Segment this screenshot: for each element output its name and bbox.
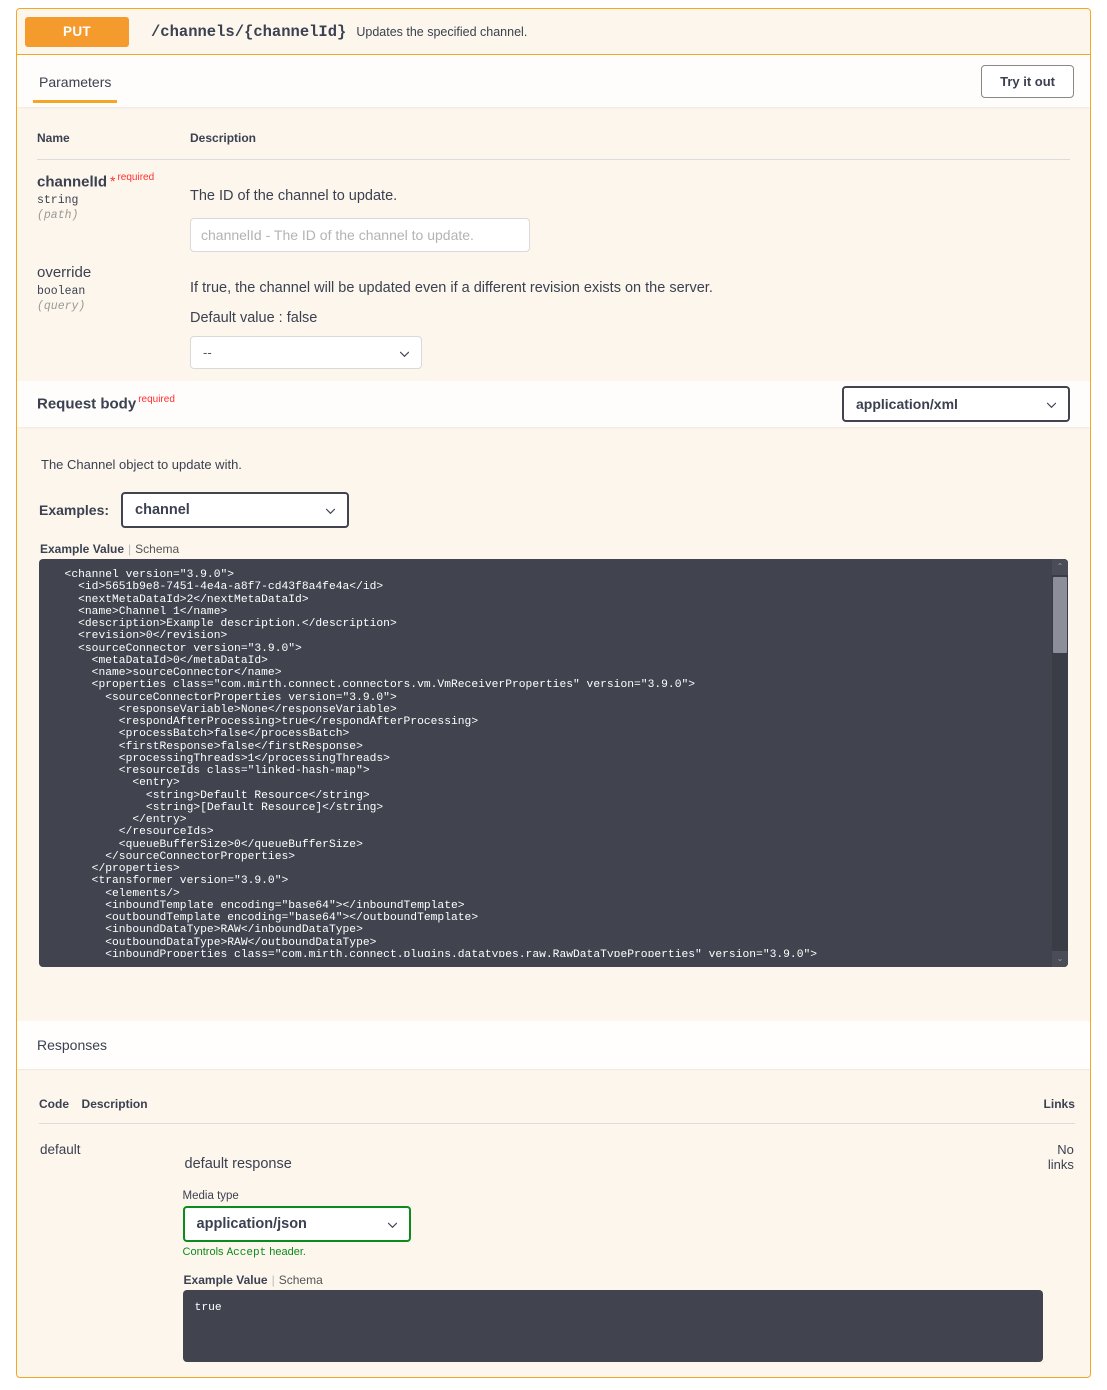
response-code: default bbox=[40, 1142, 81, 1157]
responses-title: Responses bbox=[37, 1037, 108, 1053]
chevron-down-icon bbox=[400, 351, 409, 357]
request-example-code-block[interactable]: <channel version="3.9.0"> <id>5651b9e8-7… bbox=[39, 559, 1068, 967]
param-description-cell: The ID of the channel to update. bbox=[190, 160, 1070, 252]
param-description-cell: If true, the channel will be updated eve… bbox=[190, 252, 1070, 369]
request-body-header: Request body required application/xml bbox=[17, 381, 1090, 427]
param-name-override: override bbox=[37, 264, 92, 281]
parameters-header-row: Name Description bbox=[37, 123, 1070, 160]
examples-select[interactable]: channel bbox=[121, 492, 350, 528]
tab-parameters[interactable]: Parameters bbox=[33, 60, 118, 103]
param-location: (path) bbox=[37, 209, 79, 223]
response-example-code-block[interactable]: true bbox=[182, 1290, 1043, 1362]
request-media-type-value: application/xml bbox=[856, 396, 958, 412]
operation-summary-text: Updates the specified channel. bbox=[356, 24, 528, 39]
examples-row: Examples: channel bbox=[39, 492, 1070, 528]
param-name-channelid: channelId bbox=[37, 173, 108, 191]
media-type-hint: Controls Accept header. bbox=[183, 1246, 1043, 1259]
scroll-up-arrow-icon[interactable]: ⌃ bbox=[1052, 559, 1068, 575]
param-description: The ID of the channel to update. bbox=[190, 188, 398, 204]
responses-header-row: Code Description Links bbox=[39, 1089, 1075, 1124]
scrollbar-thumb[interactable] bbox=[1053, 577, 1067, 653]
required-label: required bbox=[117, 172, 155, 183]
table-row: override boolean (query) If true, the ch… bbox=[37, 252, 1070, 369]
responses-table: Code Description Links default default r… bbox=[39, 1089, 1075, 1363]
tab-example-value[interactable]: Example Value bbox=[184, 1273, 268, 1287]
chevron-down-icon bbox=[387, 1222, 397, 1229]
resp-col-links: Links bbox=[1043, 1089, 1075, 1124]
param-col-description: Description bbox=[190, 123, 1070, 160]
response-example-code: true bbox=[194, 1302, 222, 1314]
chevron-down-icon bbox=[326, 508, 336, 515]
example-schema-tabs: Example Value | Schema bbox=[40, 542, 1070, 556]
param-name-cell: channelId * required string (path) bbox=[37, 160, 190, 253]
table-row: default default response Media type appl… bbox=[39, 1124, 1075, 1364]
responses-table-wrap: Code Description Links default default r… bbox=[17, 1069, 1090, 1363]
examples-select-value: channel bbox=[135, 502, 190, 518]
request-media-type-select[interactable]: application/xml bbox=[842, 386, 1070, 422]
param-description: If true, the channel will be updated eve… bbox=[190, 280, 713, 296]
operation-summary[interactable]: PUT /channels/{channelId} Updates the sp… bbox=[17, 9, 1090, 55]
response-example-schema-tabs: Example Value | Schema bbox=[184, 1273, 1043, 1287]
http-method-badge: PUT bbox=[25, 16, 129, 47]
chevron-down-icon bbox=[1047, 402, 1056, 409]
parameters-table: Name Description channelId * required stri… bbox=[37, 123, 1070, 369]
scroll-down-arrow-icon[interactable]: ⌄ bbox=[1052, 951, 1068, 967]
media-type-label: Media type bbox=[182, 1190, 239, 1202]
override-select[interactable]: -- bbox=[190, 336, 422, 369]
param-default-value: Default value : false bbox=[190, 310, 318, 326]
response-detail-wrap: default response Media type application/… bbox=[83, 1156, 1043, 1362]
response-media-type-value: application/json bbox=[196, 1216, 307, 1232]
tab-schema[interactable]: Schema bbox=[135, 542, 179, 556]
examples-label: Examples: bbox=[39, 502, 110, 518]
code-scrollbar[interactable]: ⌃ ⌄ bbox=[1052, 559, 1068, 967]
operation-block: PUT /channels/{channelId} Updates the sp… bbox=[16, 8, 1091, 1378]
media-type-hint-suffix: header. bbox=[266, 1246, 306, 1258]
request-body-title: Request body bbox=[37, 395, 137, 413]
param-location: (query) bbox=[37, 300, 86, 313]
request-body-content: The Channel object to update with. Examp… bbox=[17, 427, 1090, 967]
resp-col-description: Description bbox=[81, 1089, 1044, 1124]
tab-schema[interactable]: Schema bbox=[279, 1273, 323, 1287]
tab-example-value[interactable]: Example Value bbox=[40, 542, 124, 556]
param-name-cell: override boolean (query) bbox=[37, 252, 190, 369]
request-example-code: <channel version="3.9.0"> <id>5651b9e8-7… bbox=[64, 569, 818, 957]
table-row: channelId * required string (path) The ID … bbox=[37, 160, 1070, 253]
try-it-out-button[interactable]: Try it out bbox=[981, 64, 1074, 98]
request-body-required-label: required bbox=[138, 394, 175, 406]
response-media-type-select[interactable]: application/json bbox=[182, 1206, 411, 1242]
override-select-value: -- bbox=[203, 345, 212, 360]
response-description: default response bbox=[184, 1156, 292, 1172]
parameters-table-wrap: Name Description channelId * required stri… bbox=[17, 107, 1090, 369]
param-type: boolean bbox=[37, 285, 86, 298]
response-links: No links bbox=[1047, 1142, 1074, 1172]
response-description-cell: default response Media type application/… bbox=[82, 1124, 1044, 1364]
media-type-hint-prefix: Controls bbox=[182, 1246, 227, 1258]
request-body-title-wrap: Request body required bbox=[37, 394, 175, 413]
parameters-section-header: Parameters Try it out bbox=[17, 55, 1090, 107]
request-body-description: The Channel object to update with. bbox=[41, 457, 242, 472]
param-type: string bbox=[37, 194, 79, 208]
tab-separator: | bbox=[128, 542, 132, 556]
channelid-input[interactable] bbox=[190, 218, 530, 252]
operation-path: /channels/{channelId} bbox=[151, 22, 347, 41]
param-col-name: Name bbox=[37, 123, 190, 160]
tab-separator: | bbox=[271, 1273, 275, 1287]
responses-section-header: Responses bbox=[17, 1021, 1090, 1069]
resp-col-code: Code bbox=[39, 1089, 82, 1124]
media-type-hint-code: Accept bbox=[226, 1247, 267, 1259]
